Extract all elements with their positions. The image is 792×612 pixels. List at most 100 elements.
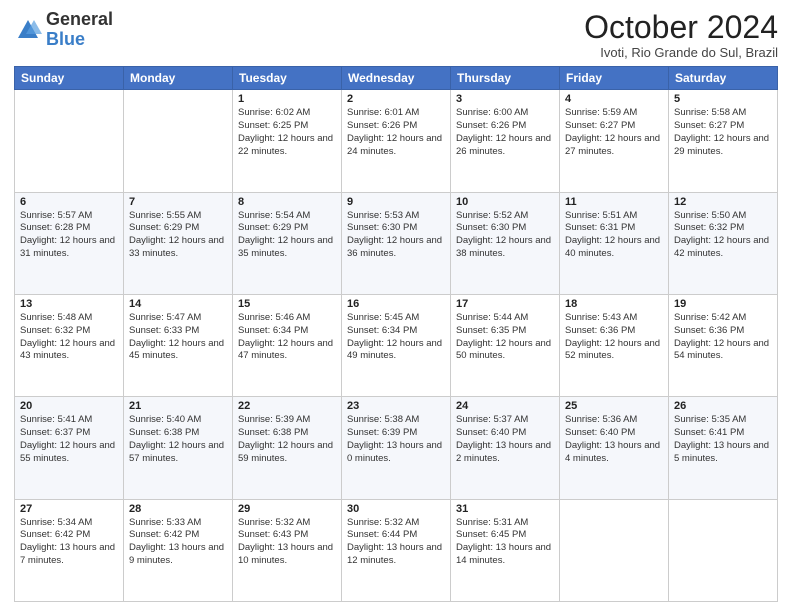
cell-info: Sunset: 6:38 PM (129, 427, 227, 440)
day-number: 6 (20, 196, 118, 208)
cell-info: Sunrise: 5:53 AM (347, 210, 445, 223)
calendar-cell: 13Sunrise: 5:48 AMSunset: 6:32 PMDayligh… (15, 294, 124, 396)
cell-info: Sunrise: 5:42 AM (674, 312, 772, 325)
header: General Blue October 2024 Ivoti, Rio Gra… (14, 10, 778, 60)
calendar-cell: 31Sunrise: 5:31 AMSunset: 6:45 PMDayligh… (451, 499, 560, 601)
cell-info: Sunrise: 5:36 AM (565, 414, 663, 427)
calendar-cell: 8Sunrise: 5:54 AMSunset: 6:29 PMDaylight… (233, 192, 342, 294)
cell-info: Sunset: 6:44 PM (347, 529, 445, 542)
cell-info: Sunrise: 5:50 AM (674, 210, 772, 223)
day-number: 8 (238, 196, 336, 208)
cell-info: Daylight: 13 hours and 10 minutes. (238, 542, 336, 568)
cell-info: Sunset: 6:31 PM (565, 222, 663, 235)
day-number: 23 (347, 400, 445, 412)
calendar-cell: 27Sunrise: 5:34 AMSunset: 6:42 PMDayligh… (15, 499, 124, 601)
calendar-cell: 3Sunrise: 6:00 AMSunset: 6:26 PMDaylight… (451, 90, 560, 192)
calendar-cell: 28 Sunrise: 5:33 AMSunset: 6:42 PMDayligh… (124, 499, 233, 601)
cell-info: Daylight: 12 hours and 55 minutes. (20, 440, 118, 466)
day-number: 29 (238, 503, 336, 515)
cell-info: Sunset: 6:41 PM (674, 427, 772, 440)
cell-info: Sunset: 6:27 PM (565, 120, 663, 133)
calendar-cell (560, 499, 669, 601)
cell-info: Sunset: 6:45 PM (456, 529, 554, 542)
calendar-cell: 20Sunrise: 5:41 AMSunset: 6:37 PMDayligh… (15, 397, 124, 499)
calendar-cell (15, 90, 124, 192)
cell-info: Sunset: 6:39 PM (347, 427, 445, 440)
cell-info: Daylight: 12 hours and 26 minutes. (456, 133, 554, 159)
cell-info: Daylight: 13 hours and 0 minutes. (347, 440, 445, 466)
cell-info: Daylight: 12 hours and 31 minutes. (20, 235, 118, 261)
calendar-cell: 2Sunrise: 6:01 AMSunset: 6:26 PMDaylight… (342, 90, 451, 192)
calendar-cell: 10Sunrise: 5:52 AMSunset: 6:30 PMDayligh… (451, 192, 560, 294)
cell-info: Sunrise: 6:00 AM (456, 107, 554, 120)
cell-info: Sunset: 6:36 PM (565, 325, 663, 338)
cell-info: Sunset: 6:36 PM (674, 325, 772, 338)
cell-info: Daylight: 12 hours and 22 minutes. (238, 133, 336, 159)
cell-info: Sunset: 6:34 PM (347, 325, 445, 338)
cell-info: Sunrise: 5:46 AM (238, 312, 336, 325)
day-number: 25 (565, 400, 663, 412)
cell-info: Daylight: 12 hours and 29 minutes. (674, 133, 772, 159)
day-number: 16 (347, 298, 445, 310)
calendar-cell: 6Sunrise: 5:57 AMSunset: 6:28 PMDaylight… (15, 192, 124, 294)
day-number: 1 (238, 93, 336, 105)
day-number: 18 (565, 298, 663, 310)
day-number: 30 (347, 503, 445, 515)
cell-info: Daylight: 12 hours and 45 minutes. (129, 338, 227, 364)
cell-info: Sunset: 6:26 PM (347, 120, 445, 133)
cell-info: Sunrise: 5:35 AM (674, 414, 772, 427)
cell-info: Sunset: 6:40 PM (565, 427, 663, 440)
cell-info: Sunset: 6:32 PM (20, 325, 118, 338)
cell-info: Sunset: 6:25 PM (238, 120, 336, 133)
cell-info: Sunset: 6:42 PM (129, 529, 227, 542)
cell-info: Daylight: 12 hours and 52 minutes. (565, 338, 663, 364)
logo-text: General Blue (46, 10, 113, 50)
cell-info: Sunrise: 5:34 AM (20, 517, 118, 530)
day-number: 5 (674, 93, 772, 105)
calendar-cell: 23 Sunrise: 5:38 AMSunset: 6:39 PMDayligh… (342, 397, 451, 499)
day-number: 4 (565, 93, 663, 105)
logo-blue-text: Blue (46, 29, 85, 49)
cell-info: Sunrise: 6:01 AM (347, 107, 445, 120)
cell-info: Sunset: 6:43 PM (238, 529, 336, 542)
title-block: October 2024 Ivoti, Rio Grande do Sul, B… (584, 10, 778, 60)
cell-info: Daylight: 13 hours and 5 minutes. (674, 440, 772, 466)
day-number: 11 (565, 196, 663, 208)
cell-info: Sunset: 6:33 PM (129, 325, 227, 338)
cell-info: Sunrise: 5:57 AM (20, 210, 118, 223)
calendar-cell: 16Sunrise: 5:45 AMSunset: 6:34 PMDayligh… (342, 294, 451, 396)
calendar-cell: 30Sunrise: 5:32 AMSunset: 6:44 PMDayligh… (342, 499, 451, 601)
cell-info: Sunrise: 5:31 AM (456, 517, 554, 530)
cell-info: Sunrise: 5:33 AM (129, 517, 227, 530)
location-subtitle: Ivoti, Rio Grande do Sul, Brazil (584, 45, 778, 60)
calendar-cell: 15Sunrise: 5:46 AMSunset: 6:34 PMDayligh… (233, 294, 342, 396)
cell-info: Sunset: 6:29 PM (129, 222, 227, 235)
col-header-tuesday: Tuesday (233, 67, 342, 90)
cell-info: Sunrise: 5:39 AM (238, 414, 336, 427)
cell-info: Sunrise: 5:45 AM (347, 312, 445, 325)
cell-info: Daylight: 12 hours and 24 minutes. (347, 133, 445, 159)
cell-info: Sunset: 6:30 PM (456, 222, 554, 235)
cell-info: Sunrise: 5:54 AM (238, 210, 336, 223)
calendar-cell: 21Sunrise: 5:40 AMSunset: 6:38 PMDayligh… (124, 397, 233, 499)
cell-info: Daylight: 12 hours and 43 minutes. (20, 338, 118, 364)
calendar-cell: 25Sunrise: 5:36 AMSunset: 6:40 PMDayligh… (560, 397, 669, 499)
cell-info: Daylight: 12 hours and 36 minutes. (347, 235, 445, 261)
day-number: 12 (674, 196, 772, 208)
col-header-sunday: Sunday (15, 67, 124, 90)
day-number: 24 (456, 400, 554, 412)
calendar-cell: 11Sunrise: 5:51 AMSunset: 6:31 PMDayligh… (560, 192, 669, 294)
cell-info: Sunrise: 5:51 AM (565, 210, 663, 223)
cell-info: Sunrise: 5:52 AM (456, 210, 554, 223)
cell-info: Sunset: 6:38 PM (238, 427, 336, 440)
col-header-saturday: Saturday (669, 67, 778, 90)
cell-info: Daylight: 13 hours and 9 minutes. (129, 542, 227, 568)
calendar-cell: 26 Sunrise: 5:35 AMSunset: 6:41 PMDayligh… (669, 397, 778, 499)
cell-info: Daylight: 12 hours and 33 minutes. (129, 235, 227, 261)
calendar-cell: 14Sunrise: 5:47 AMSunset: 6:33 PMDayligh… (124, 294, 233, 396)
calendar-table: SundayMondayTuesdayWednesdayThursdayFrid… (14, 66, 778, 602)
day-number: 28 (129, 503, 227, 515)
day-number: 26 (674, 400, 772, 412)
day-number: 21 (129, 400, 227, 412)
cell-info: Sunrise: 5:38 AM (347, 414, 445, 427)
